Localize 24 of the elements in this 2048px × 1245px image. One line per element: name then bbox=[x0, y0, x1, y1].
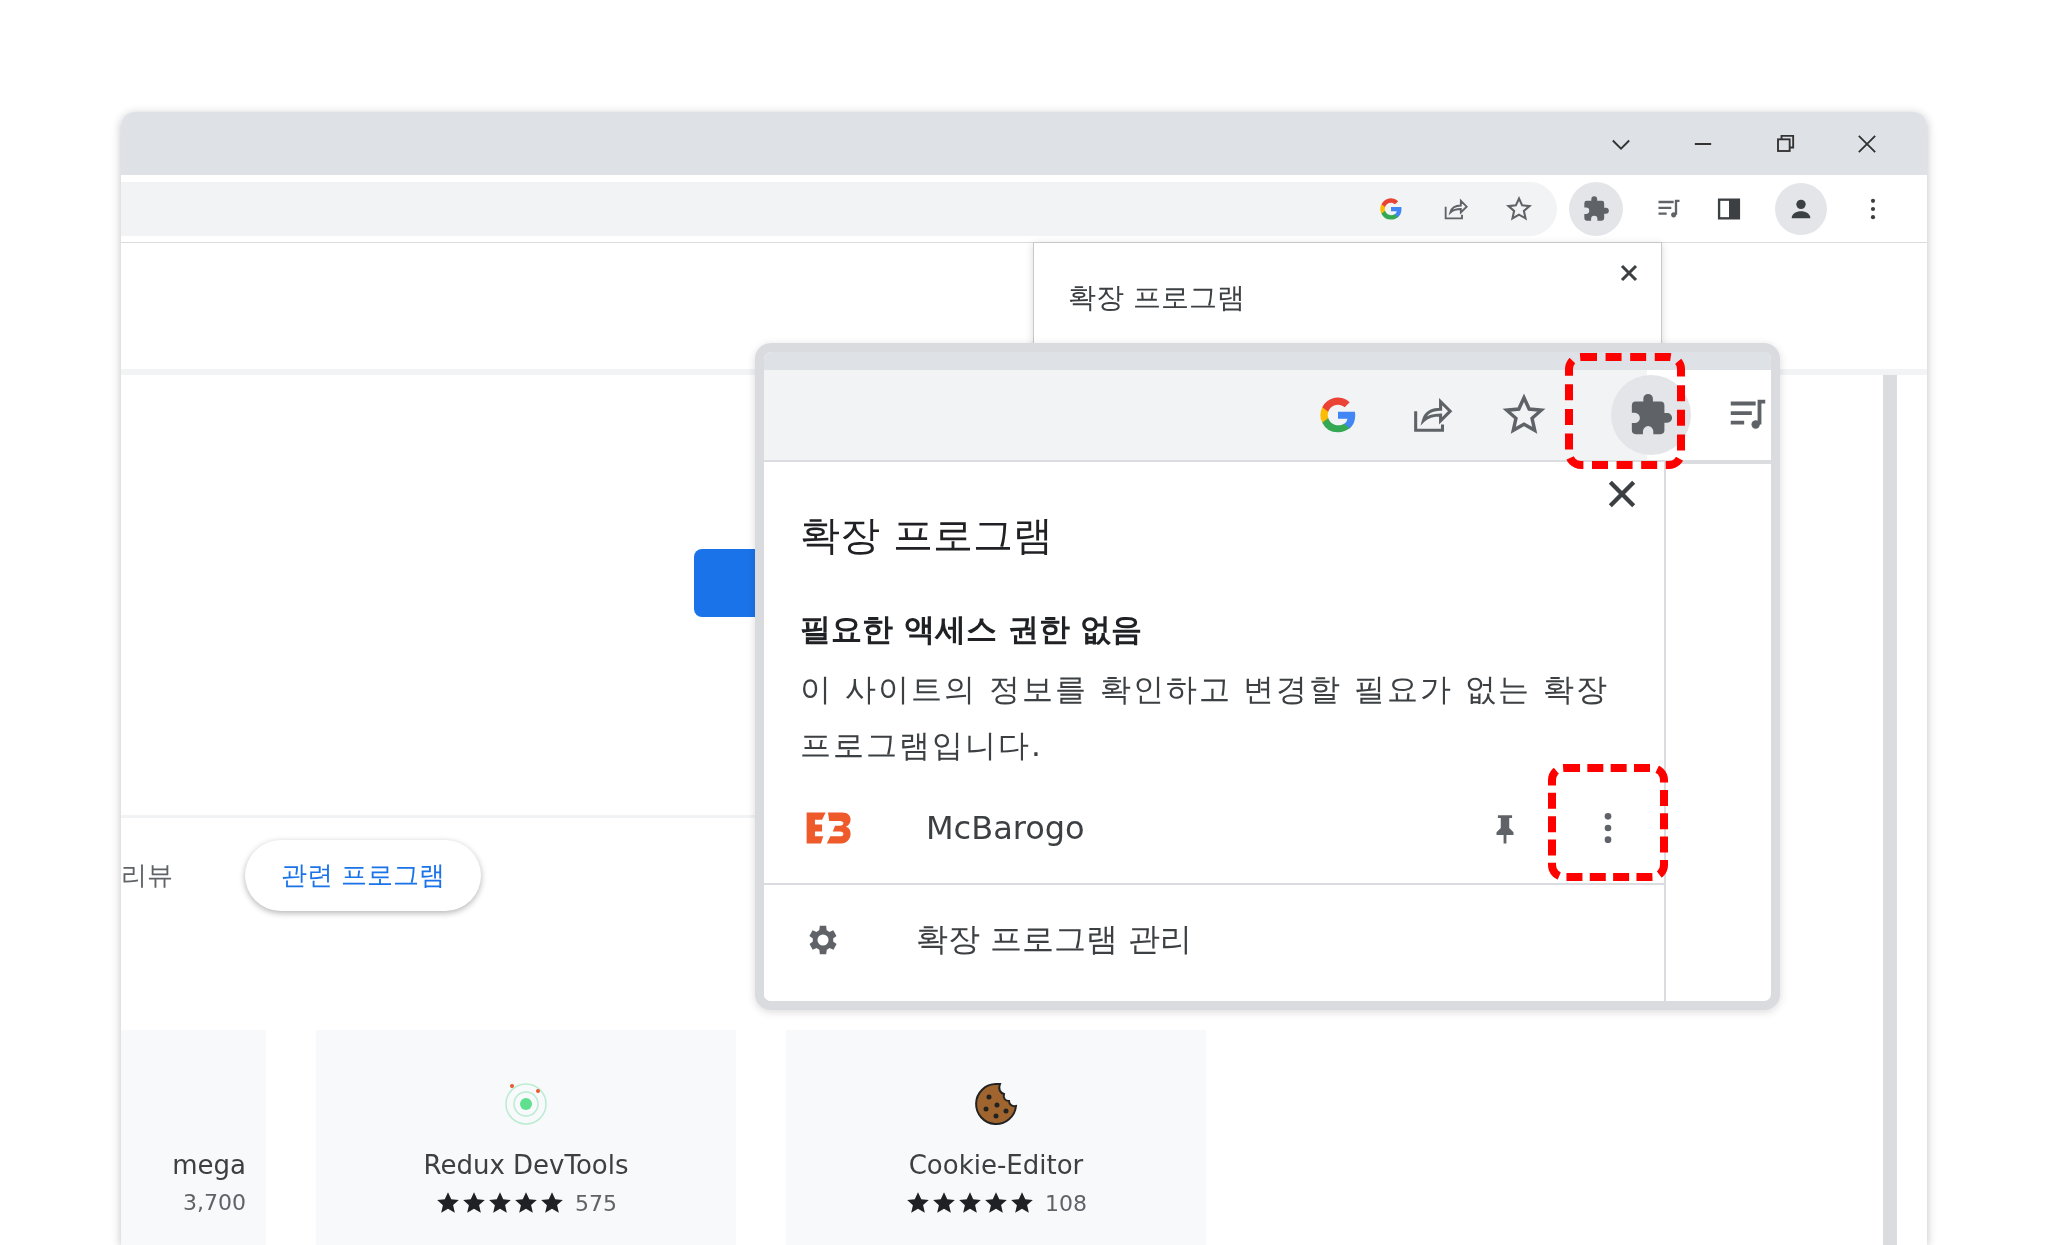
popup-title: 확장 프로그램 bbox=[1068, 280, 1245, 316]
extension-card[interactable]: Redux DevTools 575 bbox=[316, 1030, 736, 1245]
rating-count: 3,700 bbox=[183, 1190, 246, 1215]
extension-name: Redux DevTools bbox=[423, 1150, 629, 1180]
access-description: 이 사이트의 정보를 확인하고 변경할 필요가 없는 확장 프로그램입니다. bbox=[800, 670, 1610, 765]
profile-avatar[interactable] bbox=[1775, 182, 1827, 235]
extension-card[interactable]: mega 3,700 bbox=[121, 1030, 266, 1245]
cookie-icon bbox=[972, 1080, 1020, 1128]
puzzle-icon bbox=[1582, 194, 1610, 223]
extension-name: McBarogo bbox=[926, 809, 1086, 847]
menu-title: 확장 프로그램 bbox=[800, 511, 1054, 560]
star-icon[interactable] bbox=[1505, 194, 1533, 223]
extensions-button[interactable] bbox=[1569, 181, 1623, 236]
rating-count: 108 bbox=[1045, 1190, 1087, 1216]
tab[interactable]: 리뷰 bbox=[121, 857, 173, 893]
rating-count: 575 bbox=[575, 1190, 617, 1216]
manage-extensions-item[interactable]: 확장 프로그램 관리 bbox=[764, 885, 1664, 995]
extension-card[interactable]: Cookie-Editor 108 bbox=[786, 1030, 1206, 1245]
scrollbar[interactable] bbox=[1883, 375, 1897, 1245]
orbit-logo-icon bbox=[502, 1080, 550, 1128]
tab[interactable]: 관련 프로그램 bbox=[245, 839, 482, 911]
access-heading: 필요한 액세스 권한 없음 bbox=[800, 610, 1144, 649]
extension-name: Cookie-Editor bbox=[908, 1150, 1084, 1180]
extension-name: mega bbox=[172, 1150, 246, 1180]
